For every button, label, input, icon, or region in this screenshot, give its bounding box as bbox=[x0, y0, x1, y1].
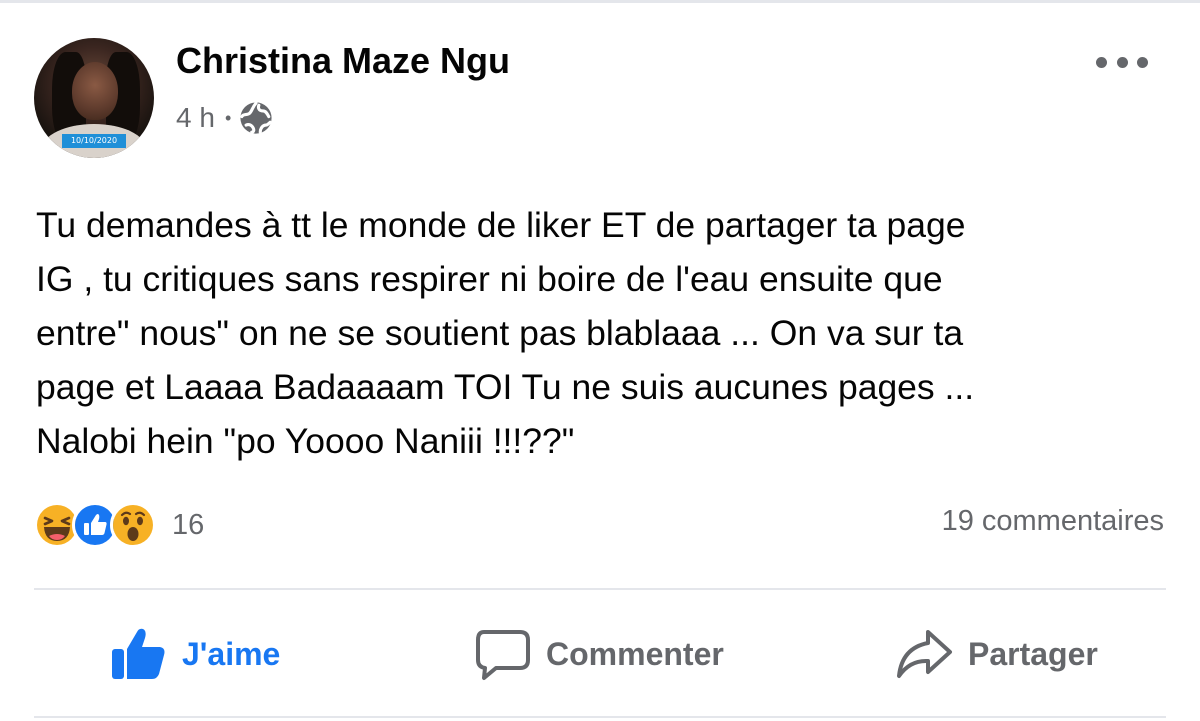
like-label: J'aime bbox=[182, 635, 281, 672]
like-button[interactable]: J'aime bbox=[108, 618, 280, 690]
comment-label: Commenter bbox=[546, 635, 724, 672]
more-options-button[interactable] bbox=[1096, 48, 1148, 76]
thumbs-up-icon bbox=[112, 628, 165, 679]
share-button[interactable]: Partager bbox=[894, 618, 1098, 690]
post-timestamp[interactable]: 4 h bbox=[176, 102, 215, 134]
post-text: Tu demandes à tt le monde de liker ET de… bbox=[36, 205, 975, 461]
comment-bubble-icon bbox=[476, 630, 530, 680]
reaction-count[interactable]: 16 bbox=[172, 509, 204, 542]
author-name[interactable]: Christina Maze Ngu bbox=[176, 40, 510, 82]
reactions-summary[interactable]: 16 bbox=[34, 502, 204, 548]
divider bbox=[34, 716, 1166, 718]
avatar[interactable]: 10/10/2020 bbox=[34, 38, 154, 158]
divider bbox=[34, 588, 1166, 590]
share-label: Partager bbox=[968, 635, 1098, 672]
more-options-dot bbox=[1137, 56, 1148, 68]
comments-count-link[interactable]: 19 commentaires bbox=[942, 505, 1164, 538]
meta-separator: • bbox=[224, 108, 232, 128]
wow-reaction-icon bbox=[110, 502, 156, 548]
globe-icon[interactable] bbox=[239, 101, 273, 135]
avatar-face bbox=[72, 62, 118, 120]
more-options-dot bbox=[1096, 56, 1107, 68]
more-options-dot bbox=[1116, 56, 1128, 68]
post-meta: 4 h • bbox=[176, 98, 273, 138]
comment-button[interactable]: Commenter bbox=[472, 618, 724, 690]
avatar-date-banner: 10/10/2020 bbox=[62, 134, 126, 148]
share-arrow-icon bbox=[897, 630, 952, 678]
facebook-post: 10/10/2020 Christina Maze Ngu 4 h • Tu d… bbox=[0, 0, 1200, 721]
